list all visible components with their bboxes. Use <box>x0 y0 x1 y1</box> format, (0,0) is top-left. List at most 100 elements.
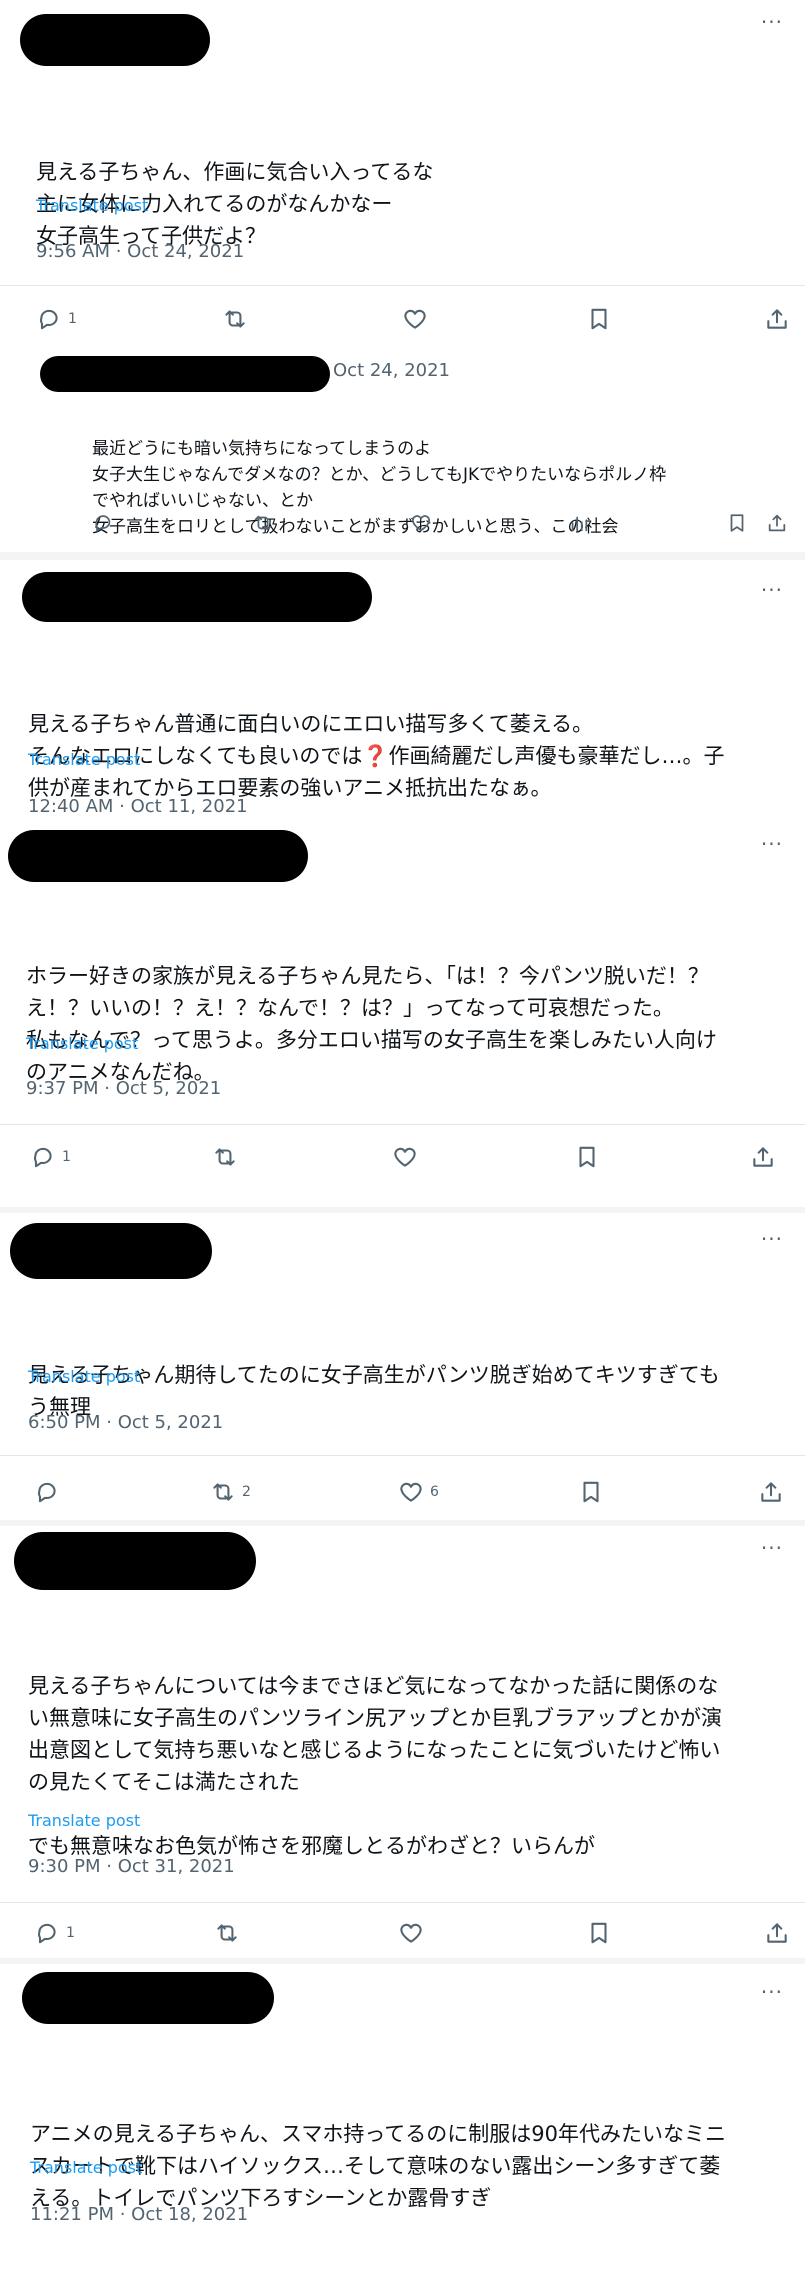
post-text: ホラー好きの家族が見える子ちゃん見たら、「は！？今パンツ脱いだ！？ え！？いいの！… <box>26 964 717 1084</box>
more-icon[interactable]: ··· <box>761 834 783 854</box>
share-button[interactable] <box>758 1479 784 1505</box>
translate-link[interactable]: Translate post <box>28 750 140 769</box>
reply-icon <box>38 1923 56 1944</box>
like-icon <box>400 1923 422 1943</box>
post-text: 見える子ちゃんについては今までさほど気になってなかった話に関係のな い無意味に女子… <box>28 1674 723 1858</box>
section-gap <box>0 552 805 560</box>
more-icon[interactable]: ··· <box>761 1229 783 1249</box>
divider <box>0 1455 805 1456</box>
redacted-user-header <box>10 1223 212 1279</box>
more-icon[interactable]: ··· <box>761 1982 783 2002</box>
action-bar: 1 <box>0 1144 805 1174</box>
like-icon <box>400 1482 422 1502</box>
translate-link[interactable]: Translate post <box>26 1034 138 1053</box>
bookmark-icon <box>579 1146 595 1168</box>
translate-link[interactable]: Translate post <box>36 196 148 215</box>
post-2: Oct 24, 2021 最近どうにも暗い気持ちになってしまうのよ 女子大生じゃな… <box>0 352 805 552</box>
share-icon <box>768 514 786 532</box>
bookmark-button[interactable] <box>578 1479 604 1505</box>
divider <box>0 1124 805 1125</box>
repost-count: 2 <box>242 1484 251 1500</box>
timestamp: 6:50 PM · Oct 5, 2021 <box>28 1412 224 1433</box>
divider <box>0 1902 805 1903</box>
more-icon[interactable]: ··· <box>761 580 783 600</box>
redacted-user-header <box>14 1532 256 1590</box>
bookmark-icon <box>730 514 744 532</box>
post-6: ··· 見える子ちゃんについては今までさほど気になってなかった話に関係のな い無意… <box>0 1526 805 1958</box>
reply-button[interactable] <box>92 512 114 534</box>
timestamp: 9:56 AM · Oct 24, 2021 <box>36 241 245 262</box>
repost-icon <box>225 310 245 328</box>
post-text: アニメの見える子ちゃん、スマホ持ってるのに制服は90年代みたいなミニ スカートで靴… <box>30 2122 726 2210</box>
action-bar: 1 <box>0 306 805 336</box>
repost-button[interactable] <box>214 1920 240 1946</box>
translate-link[interactable]: Translate post <box>30 2158 142 2177</box>
bookmark-button[interactable] <box>726 512 748 534</box>
action-bar: 1 <box>0 1920 805 1950</box>
timestamp: 11:21 PM · Oct 18, 2021 <box>30 2204 249 2225</box>
reply-count: 1 <box>68 311 77 327</box>
post-7: ··· アニメの見える子ちゃん、スマホ持ってるのに制服は90年代みたいなミニ スカ… <box>0 1964 805 2260</box>
reply-icon <box>38 1482 56 1503</box>
share-button[interactable] <box>750 1144 776 1170</box>
action-bar <box>0 512 805 542</box>
post-5: ··· 見える子ちゃん期待してたのに女子高生がパンツ脱ぎ始めてキツすぎても う無理… <box>0 1213 805 1520</box>
timestamp: 9:37 PM · Oct 5, 2021 <box>26 1078 222 1099</box>
share-icon <box>761 1482 781 1502</box>
like-icon <box>411 515 431 532</box>
bookmark-icon <box>583 1481 599 1503</box>
repost-button[interactable] <box>222 306 248 332</box>
redacted-user-header <box>8 830 308 882</box>
repost-button[interactable]: 2 <box>210 1479 251 1505</box>
redacted-user-header <box>20 14 210 66</box>
like-button[interactable] <box>410 512 432 534</box>
bookmark-icon <box>591 308 607 330</box>
reply-button[interactable]: 1 <box>30 1144 71 1170</box>
reply-icon <box>95 515 111 532</box>
share-icon <box>753 1147 773 1167</box>
timestamp: 9:30 PM · Oct 31, 2021 <box>28 1856 235 1877</box>
reply-icon <box>34 1147 52 1168</box>
share-button[interactable] <box>764 1920 790 1946</box>
redacted-user-header <box>22 572 372 622</box>
bookmark-button[interactable] <box>574 1144 600 1170</box>
translate-link[interactable]: Translate post <box>28 1811 140 1830</box>
redacted-user-header <box>22 1972 274 2024</box>
repost-button[interactable] <box>212 1144 238 1170</box>
like-button[interactable] <box>392 1144 418 1170</box>
repost-icon <box>215 1148 235 1166</box>
like-icon <box>394 1147 416 1167</box>
reply-button[interactable]: 1 <box>36 306 77 332</box>
views-button[interactable] <box>568 512 590 534</box>
post-text: 見える子ちゃん期待してたのに女子高生がパンツ脱ぎ始めてキツすぎても う無理 <box>28 1363 720 1419</box>
repost-button[interactable] <box>252 512 274 534</box>
reply-icon <box>40 309 58 330</box>
repost-icon <box>254 515 272 531</box>
reply-count: 1 <box>62 1149 71 1165</box>
like-count: 6 <box>430 1484 439 1500</box>
reply-button[interactable]: 1 <box>34 1920 75 1946</box>
share-icon <box>767 1923 787 1943</box>
divider <box>0 285 805 286</box>
views-icon <box>571 516 588 532</box>
action-bar: 2 6 <box>0 1479 805 1509</box>
share-icon <box>767 309 787 329</box>
bookmark-button[interactable] <box>586 1920 612 1946</box>
like-icon <box>404 309 426 329</box>
reply-button[interactable] <box>34 1479 60 1505</box>
more-icon[interactable]: ··· <box>761 1538 783 1558</box>
repost-icon <box>217 1924 237 1942</box>
bookmark-icon <box>591 1922 607 1944</box>
share-button[interactable] <box>766 512 788 534</box>
post-3: ··· 見える子ちゃん普通に面白いのにエロい描写多くて萎える。 そんなエロにしなく… <box>0 560 805 822</box>
translate-link[interactable]: Translate post <box>28 1367 140 1386</box>
like-button[interactable]: 6 <box>398 1479 439 1505</box>
post-date: Oct 24, 2021 <box>333 360 450 381</box>
like-button[interactable] <box>402 306 428 332</box>
reply-count: 1 <box>66 1925 75 1941</box>
more-icon[interactable]: ··· <box>761 12 783 32</box>
like-button[interactable] <box>398 1920 424 1946</box>
timestamp: 12:40 AM · Oct 11, 2021 <box>28 796 248 817</box>
bookmark-button[interactable] <box>586 306 612 332</box>
share-button[interactable] <box>764 306 790 332</box>
